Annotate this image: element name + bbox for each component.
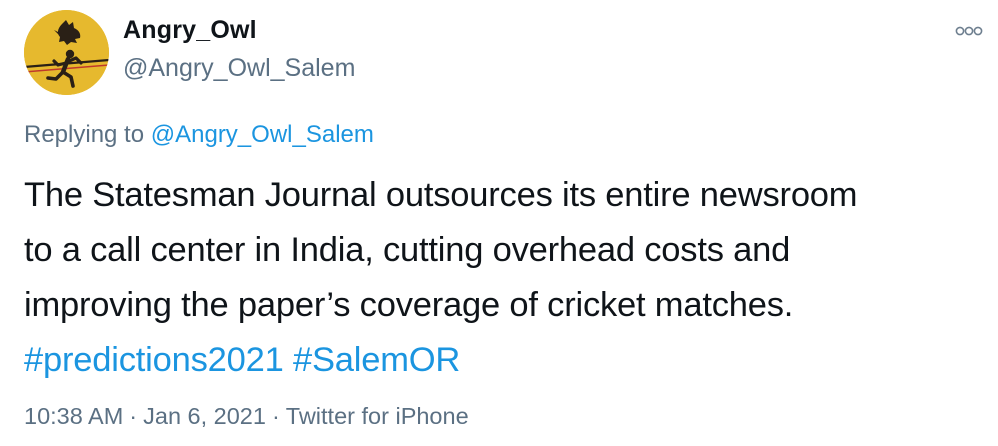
tweet-text-line: to a call center in India, cutting overh… — [24, 231, 791, 269]
owl-runner-avatar-icon — [24, 10, 109, 95]
avatar[interactable] — [24, 10, 109, 95]
replying-to-label: Replying to — [24, 121, 145, 148]
author-handle[interactable]: @Angry_Owl_Salem — [123, 54, 355, 83]
replying-to: Replying to @Angry_Owl_Salem — [24, 121, 374, 149]
tweet-card: Angry_Owl @Angry_Owl_Salem Replying to @… — [0, 0, 998, 446]
more-options-icon — [955, 26, 983, 36]
tweet-text: The Statesman Journal outsources its ent… — [24, 168, 984, 388]
tweet-text-line: The Statesman Journal outsources its ent… — [24, 176, 858, 214]
meta-separator: · — [129, 403, 138, 429]
tweet-source[interactable]: Twitter for iPhone — [286, 403, 469, 429]
hashtag-link-predictions2021[interactable]: #predictions2021 — [24, 341, 284, 379]
more-options-button[interactable] — [952, 20, 986, 42]
meta-separator: · — [271, 403, 280, 429]
tweet-hashtags-line: #predictions2021 #SalemOR — [24, 333, 984, 388]
tweet-date[interactable]: Jan 6, 2021 — [143, 403, 266, 429]
tweet-metadata: 10:38 AM · Jan 6, 2021 · Twitter for iPhone — [24, 403, 469, 430]
tweet-time[interactable]: 10:38 AM — [24, 403, 123, 429]
author-display-name[interactable]: Angry_Owl — [123, 16, 257, 45]
replying-to-handle-link[interactable]: @Angry_Owl_Salem — [151, 121, 374, 148]
tweet-text-line: improving the paper’s coverage of cricke… — [24, 286, 794, 324]
hashtag-link-salemor[interactable]: #SalemOR — [293, 341, 460, 379]
